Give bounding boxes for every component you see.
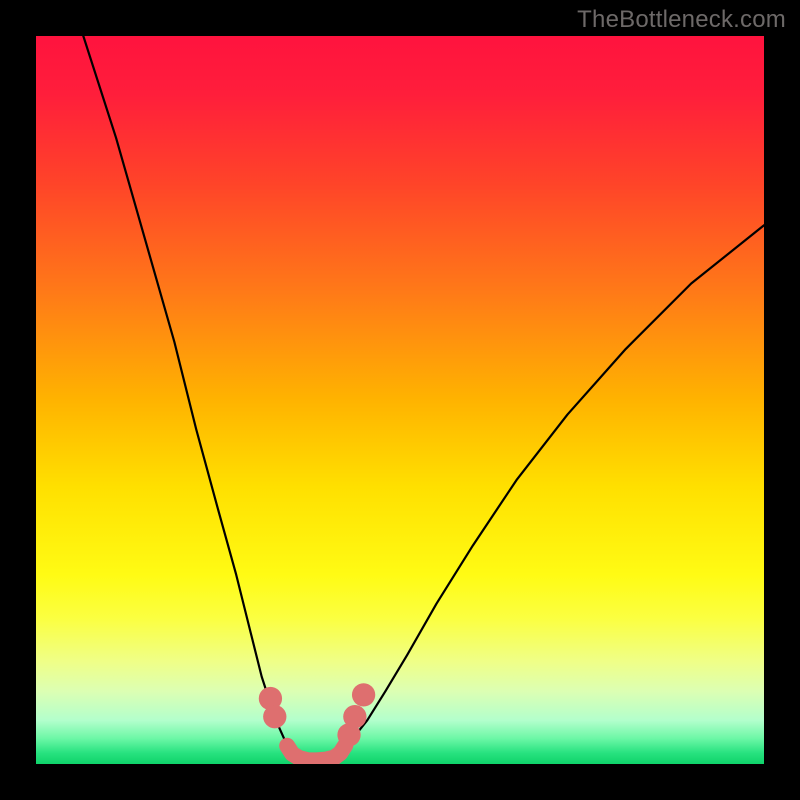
chart-svg bbox=[36, 36, 764, 764]
watermark-text: TheBottleneck.com bbox=[577, 6, 786, 34]
gradient-background bbox=[36, 36, 764, 764]
chart-frame: TheBottleneck.com bbox=[0, 0, 800, 800]
left-marker-2 bbox=[263, 705, 286, 728]
plot-area bbox=[36, 36, 764, 764]
right-marker-2 bbox=[343, 705, 366, 728]
right-marker-3 bbox=[352, 683, 375, 706]
